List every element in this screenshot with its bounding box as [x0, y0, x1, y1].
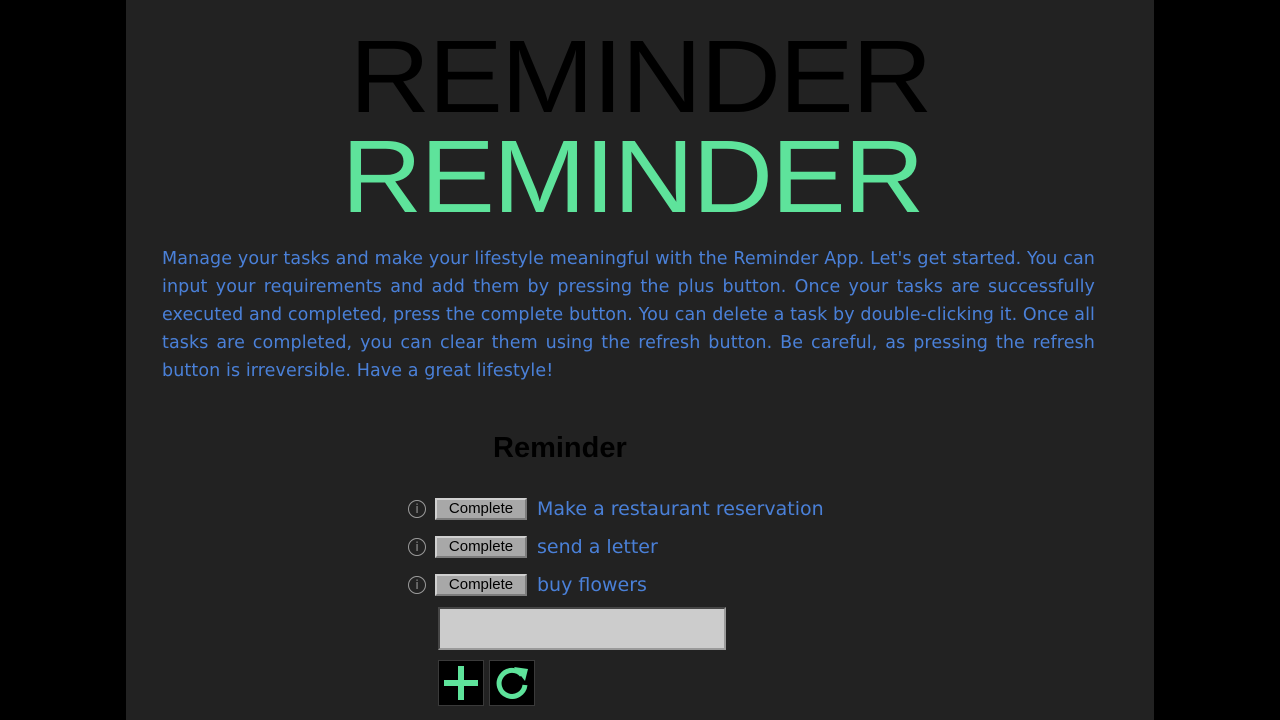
- page-title: REMINDER: [341, 119, 924, 235]
- task-input[interactable]: [438, 607, 726, 650]
- reminder-heading: Reminder: [493, 432, 627, 464]
- task-text[interactable]: Make a restaurant reservation: [537, 498, 824, 520]
- app-description: Manage your tasks and make your lifestyl…: [162, 249, 1095, 381]
- info-icon[interactable]: i: [408, 500, 426, 518]
- refresh-icon: [496, 667, 528, 699]
- complete-button[interactable]: Complete: [435, 574, 527, 596]
- task-item: i Complete buy flowers: [408, 566, 824, 604]
- add-task-button[interactable]: [438, 660, 484, 706]
- task-list: i Complete Make a restaurant reservation…: [408, 490, 824, 604]
- task-text[interactable]: buy flowers: [537, 574, 647, 596]
- plus-icon: [444, 666, 478, 700]
- complete-button[interactable]: Complete: [435, 536, 527, 558]
- task-item: i Complete Make a restaurant reservation: [408, 490, 824, 528]
- title-shadow: REMINDER: [349, 19, 932, 135]
- refresh-button[interactable]: [489, 660, 535, 706]
- info-icon[interactable]: i: [408, 576, 426, 594]
- complete-button[interactable]: Complete: [435, 498, 527, 520]
- task-text[interactable]: send a letter: [537, 536, 658, 558]
- task-item: i Complete send a letter: [408, 528, 824, 566]
- info-icon[interactable]: i: [408, 538, 426, 556]
- app-panel: REMINDER REMINDER Manage your tasks and …: [126, 0, 1154, 720]
